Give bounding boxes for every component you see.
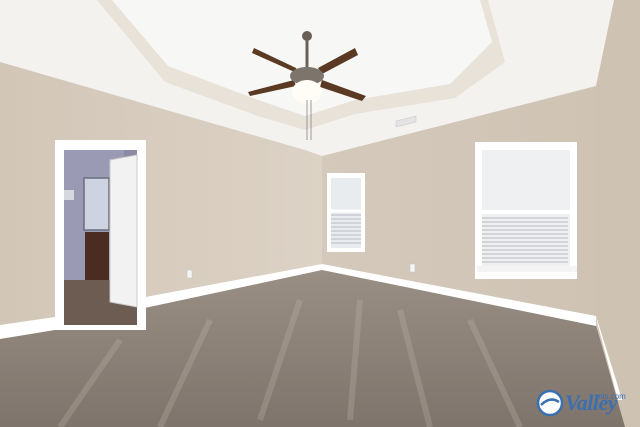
room-photo: Valley mls.com — [0, 0, 640, 427]
watermark-logo — [536, 389, 564, 417]
watermark-domain: mls.com — [596, 392, 626, 401]
room-illustration — [0, 0, 640, 427]
outlet-right — [409, 263, 416, 273]
outlet-left — [186, 269, 193, 279]
bathroom-mirror — [83, 177, 110, 231]
window-right-sill — [477, 266, 577, 272]
door-panel — [109, 154, 138, 308]
wall-fixture-icon — [64, 190, 74, 200]
window-left-glass — [331, 178, 361, 248]
bathroom-vanity — [85, 232, 109, 284]
